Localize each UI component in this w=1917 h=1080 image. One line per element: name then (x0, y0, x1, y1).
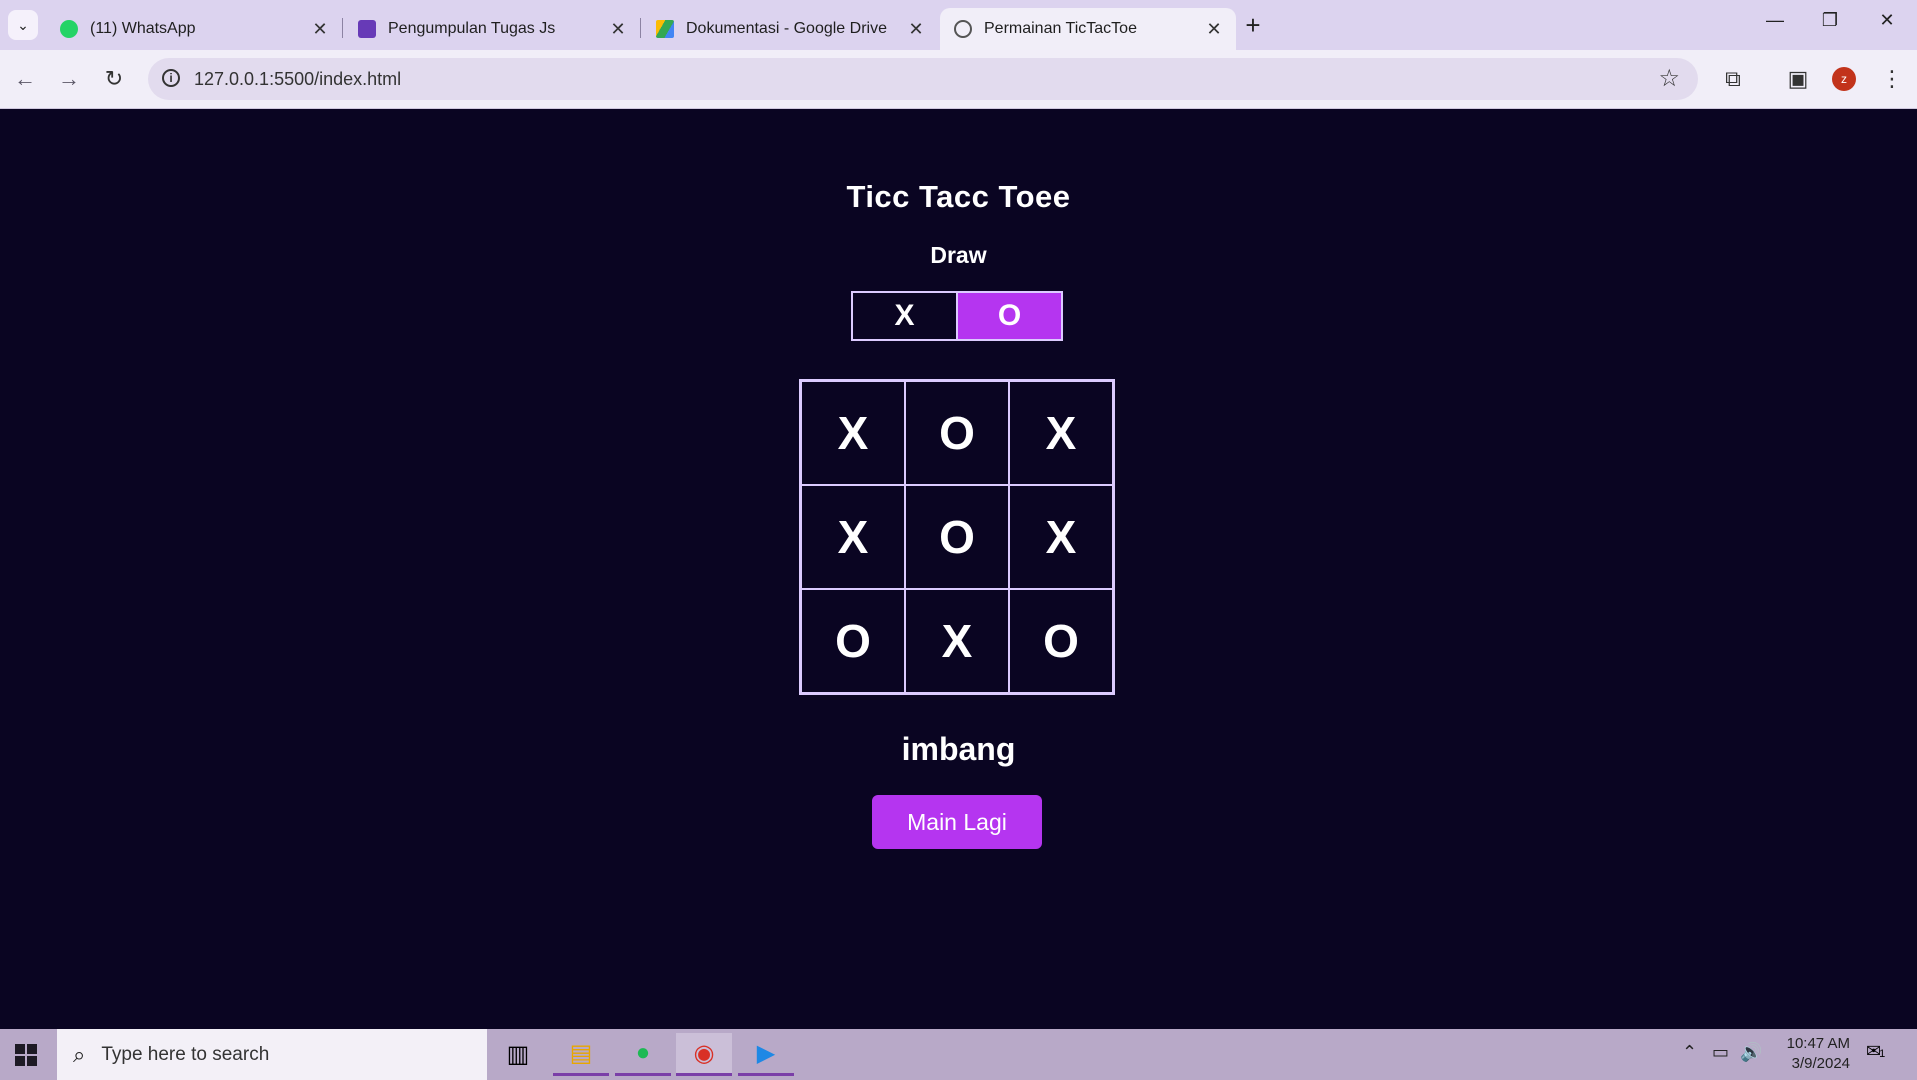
clock-time: 10:47 AM (1786, 1035, 1850, 1052)
minimize-icon[interactable]: — (1760, 10, 1790, 31)
profile-avatar[interactable]: z (1832, 67, 1856, 91)
board-cell[interactable]: O (905, 485, 1009, 589)
windows-start-icon[interactable] (15, 1044, 37, 1066)
notification-badge: 1 (1879, 1048, 1886, 1060)
tab-whatsapp[interactable]: (11) WhatsApp ✕ (46, 8, 342, 50)
drive-icon (656, 20, 674, 38)
window-close-icon[interactable]: ✕ (1872, 10, 1902, 31)
board-cell[interactable]: X (801, 381, 905, 485)
forms-icon (358, 20, 376, 38)
vscode-icon[interactable]: ▶ (738, 1033, 794, 1076)
tab-label: Dokumentasi - Google Drive (686, 20, 887, 37)
board-cell[interactable]: O (801, 589, 905, 693)
windows-taskbar: ⌕ Type here to search ▥ ▤ ● ◉ ▶ ⌃ ▭ 🔊 10… (0, 1029, 1917, 1080)
game-status: Draw (930, 242, 987, 268)
tab-label: Permainan TicTacToe (984, 20, 1137, 37)
tab-pengumpulan-tugas[interactable]: Pengumpulan Tugas Js ✕ (344, 8, 640, 50)
restore-icon[interactable]: ❐ (1815, 10, 1845, 31)
board-cell[interactable]: X (801, 485, 905, 589)
side-panel-icon[interactable]: ▣ (1784, 66, 1812, 92)
board-cell[interactable]: X (905, 589, 1009, 693)
tictactoe-page: Ticc Tacc Toee Draw X O X O X X O X O X … (0, 109, 1917, 1029)
new-tab-plus-icon[interactable]: + (1240, 12, 1266, 38)
browser-tab-bar: ⌄ (11) WhatsApp ✕ Pengumpulan Tugas Js ✕… (0, 0, 1917, 50)
board-cell[interactable]: O (905, 381, 1009, 485)
notification-icon[interactable]: ✉1 (1866, 1041, 1892, 1065)
page-title: Ticc Tacc Toee (846, 179, 1071, 214)
bookmark-star-icon[interactable]: ☆ (1658, 64, 1680, 93)
board-cell[interactable]: X (1009, 381, 1113, 485)
forward-arrow-icon[interactable]: → (54, 64, 84, 94)
back-arrow-icon[interactable]: ← (10, 64, 40, 94)
game-board: X O X X O X O X O (799, 379, 1115, 695)
taskbar-search[interactable]: ⌕ Type here to search (57, 1029, 487, 1080)
turn-x: X (894, 299, 915, 332)
menu-kebab-icon[interactable]: ⋮ (1878, 66, 1906, 92)
chrome-icon[interactable]: ◉ (676, 1033, 732, 1076)
close-icon[interactable]: ✕ (904, 19, 928, 40)
close-icon[interactable]: ✕ (308, 19, 332, 40)
turn-o: O (958, 293, 1061, 339)
task-view-icon[interactable]: ▥ (490, 1033, 546, 1076)
game-result: imbang (901, 731, 1016, 767)
tab-label: (11) WhatsApp (90, 20, 196, 37)
battery-icon[interactable]: ▭ (1712, 1042, 1729, 1063)
tab-label: Pengumpulan Tugas Js (388, 20, 556, 37)
extensions-puzzle-icon[interactable]: ⧉ (1719, 66, 1747, 92)
tab-tictactoe[interactable]: Permainan TicTacToe ✕ (940, 8, 1236, 50)
search-icon: ⌕ (73, 1041, 86, 1067)
close-icon[interactable]: ✕ (606, 19, 630, 40)
whatsapp-icon (60, 20, 78, 38)
toolbar-divider (1766, 63, 1794, 64)
tray-chevron-up-icon[interactable]: ⌃ (1682, 1042, 1697, 1063)
close-icon[interactable]: ✕ (1202, 19, 1226, 40)
play-again-button[interactable]: Main Lagi (872, 795, 1042, 849)
browser-toolbar: ← → ↻ i 127.0.0.1:5500/index.html ☆ ⧉ ▣ … (0, 50, 1917, 109)
clock-date: 3/9/2024 (1791, 1055, 1850, 1072)
url-text[interactable]: 127.0.0.1:5500/index.html (194, 69, 401, 90)
board-cell[interactable]: O (1009, 589, 1113, 693)
address-bar[interactable]: i 127.0.0.1:5500/index.html ☆ (148, 58, 1698, 100)
file-explorer-icon[interactable]: ▤ (553, 1033, 609, 1076)
spotify-icon[interactable]: ● (615, 1033, 671, 1076)
tab-google-drive[interactable]: Dokumentasi - Google Drive ✕ (642, 8, 938, 50)
turn-indicator: X O (851, 291, 1063, 341)
tab-search-chevron-icon[interactable]: ⌄ (8, 10, 38, 40)
tab-separator (640, 18, 641, 38)
globe-icon (954, 20, 972, 38)
search-input[interactable]: Type here to search (101, 1044, 269, 1066)
site-info-icon[interactable]: i (162, 69, 180, 87)
reload-icon[interactable]: ↻ (99, 64, 129, 94)
taskbar-clock[interactable]: 10:47 AM 3/9/2024 (1760, 1034, 1850, 1074)
tab-separator (342, 18, 343, 38)
board-cell[interactable]: X (1009, 485, 1113, 589)
